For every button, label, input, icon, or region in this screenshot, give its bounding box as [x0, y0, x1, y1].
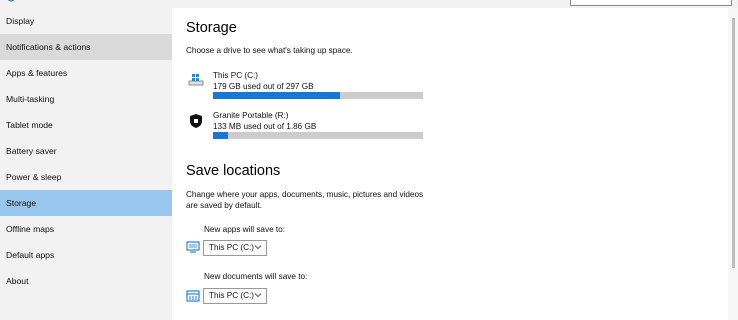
sidebar-item-power-sleep[interactable]: Power & sleep [0, 164, 172, 190]
shield-drive-icon [190, 114, 202, 128]
docs-save-location-select[interactable]: This PC (C:) [203, 288, 267, 304]
sidebar-item-multitasking[interactable]: Multi-tasking [0, 86, 172, 112]
docs-save-label: New documents will save to: [204, 272, 308, 281]
drive-usage: 133 MB used out of 1.86 GB [213, 122, 317, 131]
sidebar-item-tablet-mode[interactable]: Tablet mode [0, 112, 172, 138]
documents-icon [186, 290, 200, 302]
scrollbar-thumb[interactable] [732, 18, 735, 268]
apps-save-location-select[interactable]: This PC (C:) [203, 240, 267, 256]
save-locations-desc-1: Change where your apps, documents, music… [186, 190, 424, 199]
save-locations-desc-2: are saved by default. [186, 201, 263, 210]
sidebar-item-default-apps[interactable]: Default apps [0, 242, 172, 268]
drive-usage-fill [213, 92, 340, 99]
windows-drive-icon [188, 74, 204, 86]
sidebar-item-about[interactable]: About [0, 268, 172, 294]
chevron-down-icon [255, 293, 261, 298]
drive-name: This PC (C:) [213, 71, 259, 80]
back-gear-icon[interactable] [6, 0, 16, 4]
page-title: Storage [186, 20, 237, 36]
drive-usage-fill [213, 132, 228, 139]
select-value: This PC (C:) [209, 243, 255, 252]
sidebar-item-storage[interactable]: Storage [0, 190, 172, 216]
apps-icon [186, 241, 200, 253]
drive-name: Granite Portable (R:) [213, 111, 289, 120]
select-value: This PC (C:) [209, 291, 255, 300]
save-locations-title: Save locations [186, 163, 281, 179]
sidebar-item-offline-maps[interactable]: Offline maps [0, 216, 172, 242]
sidebar: Display Notifications & actions Apps & f… [0, 0, 172, 320]
sidebar-item-display[interactable]: Display [0, 8, 172, 34]
drive-usage: 179 GB used out of 297 GB [213, 82, 314, 91]
page-subtitle: Choose a drive to see what's taking up s… [186, 46, 353, 55]
storage-page: Storage Choose a drive to see what's tak… [186, 0, 726, 320]
sidebar-item-battery-saver[interactable]: Battery saver [0, 138, 172, 164]
drive-usage-bar [213, 92, 423, 99]
scrollbar[interactable] [728, 8, 738, 320]
chevron-down-icon [255, 245, 261, 250]
sidebar-item-apps-features[interactable]: Apps & features [0, 60, 172, 86]
drive-usage-bar [213, 132, 423, 139]
apps-save-label: New apps will save to: [204, 225, 285, 234]
sidebar-item-notifications[interactable]: Notifications & actions [0, 34, 172, 60]
